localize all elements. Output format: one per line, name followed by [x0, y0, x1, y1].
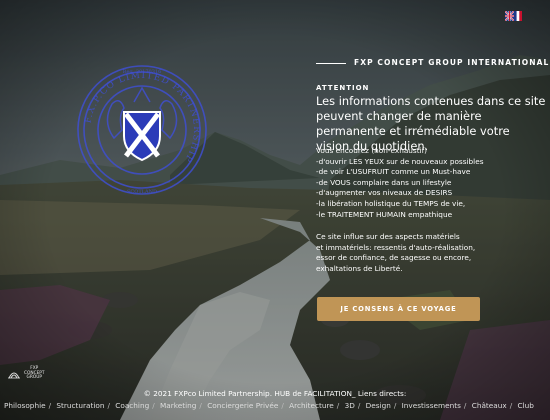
footer-link-coaching[interactable]: Coaching	[115, 401, 149, 410]
brand-title: FXP CONCEPT GROUP INTERNATIONAL	[354, 58, 550, 67]
footer-link-investissements[interactable]: Investissements	[402, 401, 461, 410]
paragraph-line: exhaltations de Liberté.	[316, 263, 403, 273]
link-separator: /	[393, 401, 397, 410]
secondary-paragraph: Ce site influe sur des aspects matériels…	[316, 232, 541, 274]
link-separator: /	[48, 401, 52, 410]
intro-line: -le TRAITEMENT HUMAIN empathique	[316, 209, 453, 219]
logo-line-3: GROUP	[26, 375, 42, 381]
paragraph-line: essor de confiance, de sagesse ou encore…	[316, 253, 472, 263]
fxp-emblem-icon	[8, 372, 20, 379]
intro-line: Vous encourez (non-exhaustif)	[316, 146, 428, 155]
link-separator: /	[152, 401, 155, 410]
consent-button[interactable]: JE CONSENS À CE VOYAGE	[317, 297, 480, 321]
seal-bottom-text: SCOTLAND	[127, 189, 157, 195]
footer-link-philosophie[interactable]: Philosophie	[4, 401, 46, 410]
footer-link-architecture[interactable]: Architecture	[289, 401, 334, 410]
headline-text: Les informations contenues dans ce site …	[316, 94, 546, 153]
copyright-text: © 2021 FXPco Limited Partnership. HUB de…	[143, 389, 407, 398]
paragraph-line: Ce site influe sur des aspects matériels	[316, 232, 460, 241]
link-separator: /	[199, 401, 202, 410]
intro-line: -d'ouvrir LES YEUX sur de nouveaux possi…	[316, 156, 484, 166]
fxp-logo-icon[interactable]: FXP CONCEPT GROUP	[7, 366, 59, 382]
header-divider	[316, 63, 346, 64]
link-separator: /	[107, 401, 110, 410]
footer-link-design[interactable]: Design	[366, 401, 391, 410]
footer-links: Philosophie / Structuration / Coaching / Ma…	[4, 401, 534, 410]
intro-line: -d'augmenter vos niveaux de DESIRS	[316, 188, 453, 198]
footer-link-structuration[interactable]: Structuration	[56, 401, 104, 410]
attention-label: ATTENTION	[316, 84, 370, 92]
link-separator: /	[509, 401, 513, 410]
link-separator: /	[336, 401, 340, 410]
footer-link-club[interactable]: Club	[517, 401, 533, 410]
intro-line: -de VOUS complaire dans un lifestyle	[316, 177, 452, 187]
footer-link-conciergerie[interactable]: Conciergerie Privée	[207, 401, 278, 410]
paragraph-line: et immatériels: ressentis d'auto-réalisa…	[316, 242, 476, 252]
link-separator: /	[281, 401, 284, 410]
intro-line: -de voir L'USUFRUIT comme un Must-have	[316, 167, 471, 177]
footer-link-3d[interactable]: 3D	[345, 401, 355, 410]
logo-text: FXP CONCEPT GROUP	[24, 366, 45, 381]
link-separator: /	[463, 401, 467, 410]
footer-link-chateaux[interactable]: Châteaux	[472, 401, 507, 410]
seal-top-text: Reg. 20170316	[123, 69, 162, 75]
intro-line: -la libération holistique du TEMPS de vi…	[316, 198, 466, 208]
seal-stamp-icon: F.X.P.CO LIMITED PARTNERSHIP Reg. 201703…	[77, 65, 207, 195]
intro-list: Vous encourez (non-exhaustif) -d'ouvrir …	[316, 146, 541, 220]
uk-france-flag-icon[interactable]	[505, 11, 522, 21]
footer-link-marketing[interactable]: Marketing	[160, 401, 196, 410]
link-separator: /	[357, 401, 361, 410]
